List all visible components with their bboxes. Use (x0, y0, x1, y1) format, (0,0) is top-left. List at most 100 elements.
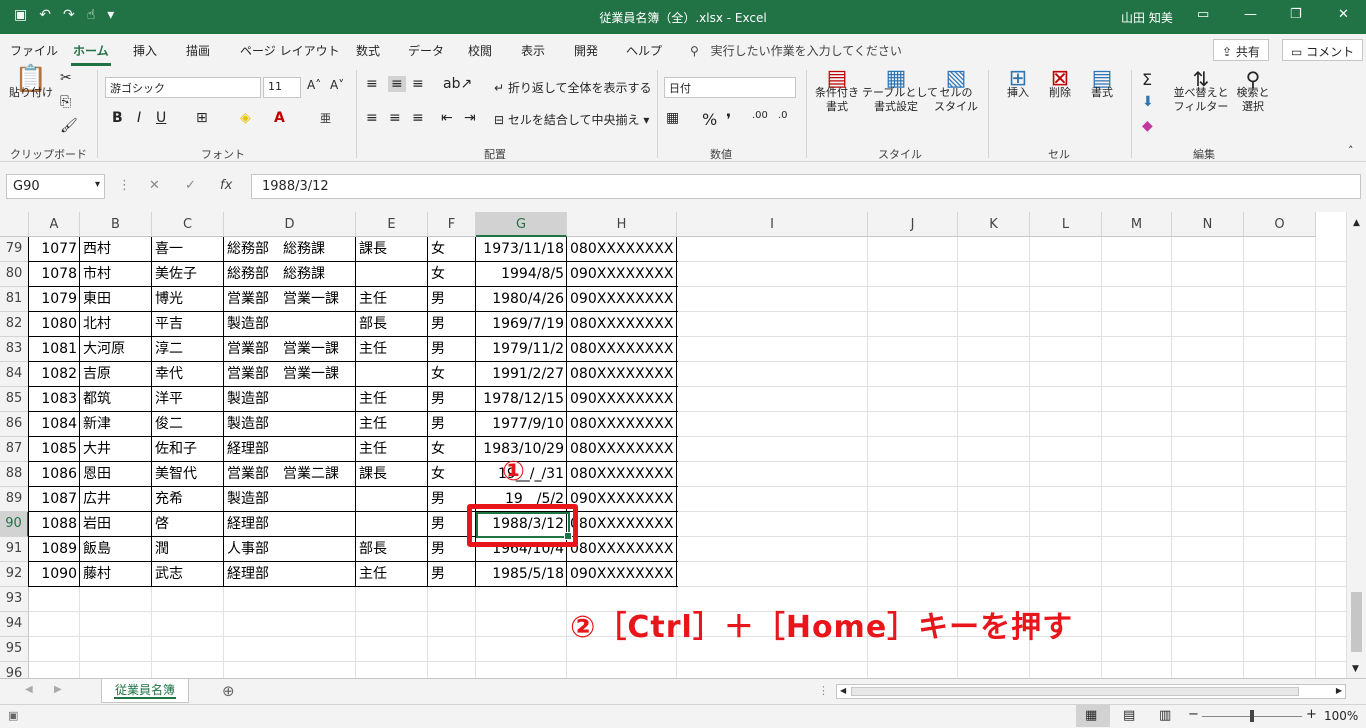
horizontal-scrollbar[interactable]: ◀ ▶ (836, 684, 1346, 699)
cell-f91[interactable]: 男 (428, 537, 448, 562)
cell-d87[interactable]: 経理部 (224, 437, 272, 462)
column-header-a[interactable]: A (29, 212, 80, 237)
decrease-font-icon[interactable]: A˅ (330, 78, 344, 92)
cell-f86[interactable]: 男 (428, 412, 448, 437)
row-header-83[interactable]: 83 (0, 337, 29, 362)
cell-e88[interactable]: 課長 (356, 462, 390, 487)
add-sheet-icon[interactable]: ⊕ (222, 682, 235, 700)
autosum-icon[interactable]: Σ (1142, 70, 1152, 89)
cancel-icon[interactable]: ✕ (149, 178, 160, 193)
scroll-down-icon[interactable]: ▼ (1352, 664, 1359, 674)
tab-insert[interactable]: 挿入 (133, 42, 157, 59)
user-name[interactable]: 山田 知美 (1121, 9, 1173, 26)
align-bottom-icon[interactable]: ≡ (412, 76, 424, 92)
cell-c90[interactable]: 啓 (152, 512, 172, 537)
cell-a80[interactable]: 1078 (29, 262, 80, 287)
cell-h89[interactable]: 090XXXXXXXX (567, 487, 676, 512)
zoom-slider-thumb[interactable] (1250, 710, 1254, 722)
share-button[interactable]: ⇪ 共有 (1213, 39, 1269, 61)
format-painter-icon[interactable]: 🖌 (60, 118, 78, 134)
cell-d82[interactable]: 製造部 (224, 312, 272, 337)
column-header-e[interactable]: E (356, 212, 428, 237)
cell-e90[interactable] (356, 512, 362, 537)
macro-record-icon[interactable]: ▣ (8, 709, 18, 722)
find-select-button[interactable]: ⚲ 検索と 選択 (1232, 69, 1274, 114)
merge-center-button[interactable]: ⊟ セルを結合して中央揃え ▾ (494, 113, 649, 127)
name-box[interactable]: G90 ▾ (6, 174, 105, 199)
cell-a89[interactable]: 1087 (29, 487, 80, 512)
align-middle-icon[interactable]: ≡ (388, 76, 406, 92)
cell-e85[interactable]: 主任 (356, 387, 390, 412)
cell-d85[interactable]: 製造部 (224, 387, 272, 412)
cell-f89[interactable]: 男 (428, 487, 448, 512)
cell-e83[interactable]: 主任 (356, 337, 390, 362)
row-header-87[interactable]: 87 (0, 437, 29, 462)
cell-c79[interactable]: 喜一 (152, 237, 186, 262)
cell-e92[interactable]: 主任 (356, 562, 390, 587)
column-header-f[interactable]: F (428, 212, 476, 237)
font-color-icon[interactable]: A (274, 110, 285, 126)
cell-b91[interactable]: 飯島 (80, 537, 114, 562)
cell-d86[interactable]: 製造部 (224, 412, 272, 437)
sheet-tab-active[interactable]: 従業員名簿 (101, 679, 189, 703)
fill-icon[interactable]: ⬇ (1142, 94, 1154, 110)
cell-g85[interactable]: 1978/12/15 (476, 387, 567, 412)
clear-icon[interactable]: ◆ (1142, 118, 1153, 134)
row-header-93[interactable]: 93 (0, 587, 29, 612)
cell-e86[interactable]: 主任 (356, 412, 390, 437)
cell-b84[interactable]: 吉原 (80, 362, 114, 387)
row-header-85[interactable]: 85 (0, 387, 29, 412)
row-header-84[interactable]: 84 (0, 362, 29, 387)
cell-c85[interactable]: 洋平 (152, 387, 186, 412)
column-header-i[interactable]: I (677, 212, 868, 237)
cell-f79[interactable]: 女 (428, 237, 448, 262)
underline-button[interactable]: U (156, 110, 166, 126)
select-all-corner[interactable] (0, 212, 29, 237)
cell-b86[interactable]: 新津 (80, 412, 114, 437)
cell-a86[interactable]: 1084 (29, 412, 80, 437)
cell-e91[interactable]: 部長 (356, 537, 390, 562)
column-header-o[interactable]: O (1244, 212, 1316, 237)
page-break-view-icon[interactable]: ▥ (1159, 708, 1171, 723)
cell-e82[interactable]: 部長 (356, 312, 390, 337)
close-button[interactable]: ✕ (1338, 7, 1349, 22)
tab-review[interactable]: 校閲 (468, 42, 492, 59)
row-header-82[interactable]: 82 (0, 312, 29, 337)
cell-g84[interactable]: 1991/2/27 (476, 362, 567, 387)
align-right-icon[interactable]: ≡ (412, 110, 424, 126)
insert-function-icon[interactable]: fx (220, 178, 232, 193)
row-header-81[interactable]: 81 (0, 287, 29, 312)
zoom-out-icon[interactable]: − (1188, 707, 1199, 722)
cell-h84[interactable]: 080XXXXXXXX (567, 362, 676, 387)
cell-f83[interactable]: 男 (428, 337, 448, 362)
cell-g86[interactable]: 1977/9/10 (476, 412, 567, 437)
tab-draw[interactable]: 描画 (186, 42, 210, 59)
delete-cells-button[interactable]: ⊠ 削除 (1040, 68, 1080, 100)
cell-g92[interactable]: 1985/5/18 (476, 562, 567, 587)
cell-e81[interactable]: 主任 (356, 287, 390, 312)
tab-page-layout[interactable]: ページ レイアウト (240, 42, 340, 59)
cell-f92[interactable]: 男 (428, 562, 448, 587)
cell-c92[interactable]: 武志 (152, 562, 186, 587)
cell-b82[interactable]: 北村 (80, 312, 114, 337)
tab-home[interactable]: ホーム (71, 42, 111, 66)
cell-h80[interactable]: 090XXXXXXXX (567, 262, 676, 287)
column-header-g[interactable]: G (476, 212, 567, 237)
cell-c91[interactable]: 潤 (152, 537, 172, 562)
cell-g80[interactable]: 1994/8/5 (476, 262, 567, 287)
row-header-88[interactable]: 88 (0, 462, 29, 487)
wrap-text-button[interactable]: ↵ 折り返して全体を表示する (494, 81, 652, 95)
cell-h79[interactable]: 080XXXXXXXX (567, 237, 676, 262)
cell-b90[interactable]: 岩田 (80, 512, 114, 537)
scroll-right-icon[interactable]: ▶ (1336, 686, 1342, 695)
ribbon-display-icon[interactable]: ▭ (1197, 7, 1209, 22)
cell-d89[interactable]: 製造部 (224, 487, 272, 512)
hscroll-thumb[interactable] (851, 687, 1299, 696)
cell-c82[interactable]: 平吉 (152, 312, 186, 337)
cell-styles-button[interactable]: ▧ セルの スタイル (930, 68, 982, 114)
cell-h91[interactable]: 080XXXXXXXX (567, 537, 676, 562)
increase-font-icon[interactable]: A˄ (307, 78, 321, 92)
cell-b89[interactable]: 広井 (80, 487, 114, 512)
cell-a83[interactable]: 1081 (29, 337, 80, 362)
cell-d88[interactable]: 営業部 営業二課 (224, 462, 342, 487)
